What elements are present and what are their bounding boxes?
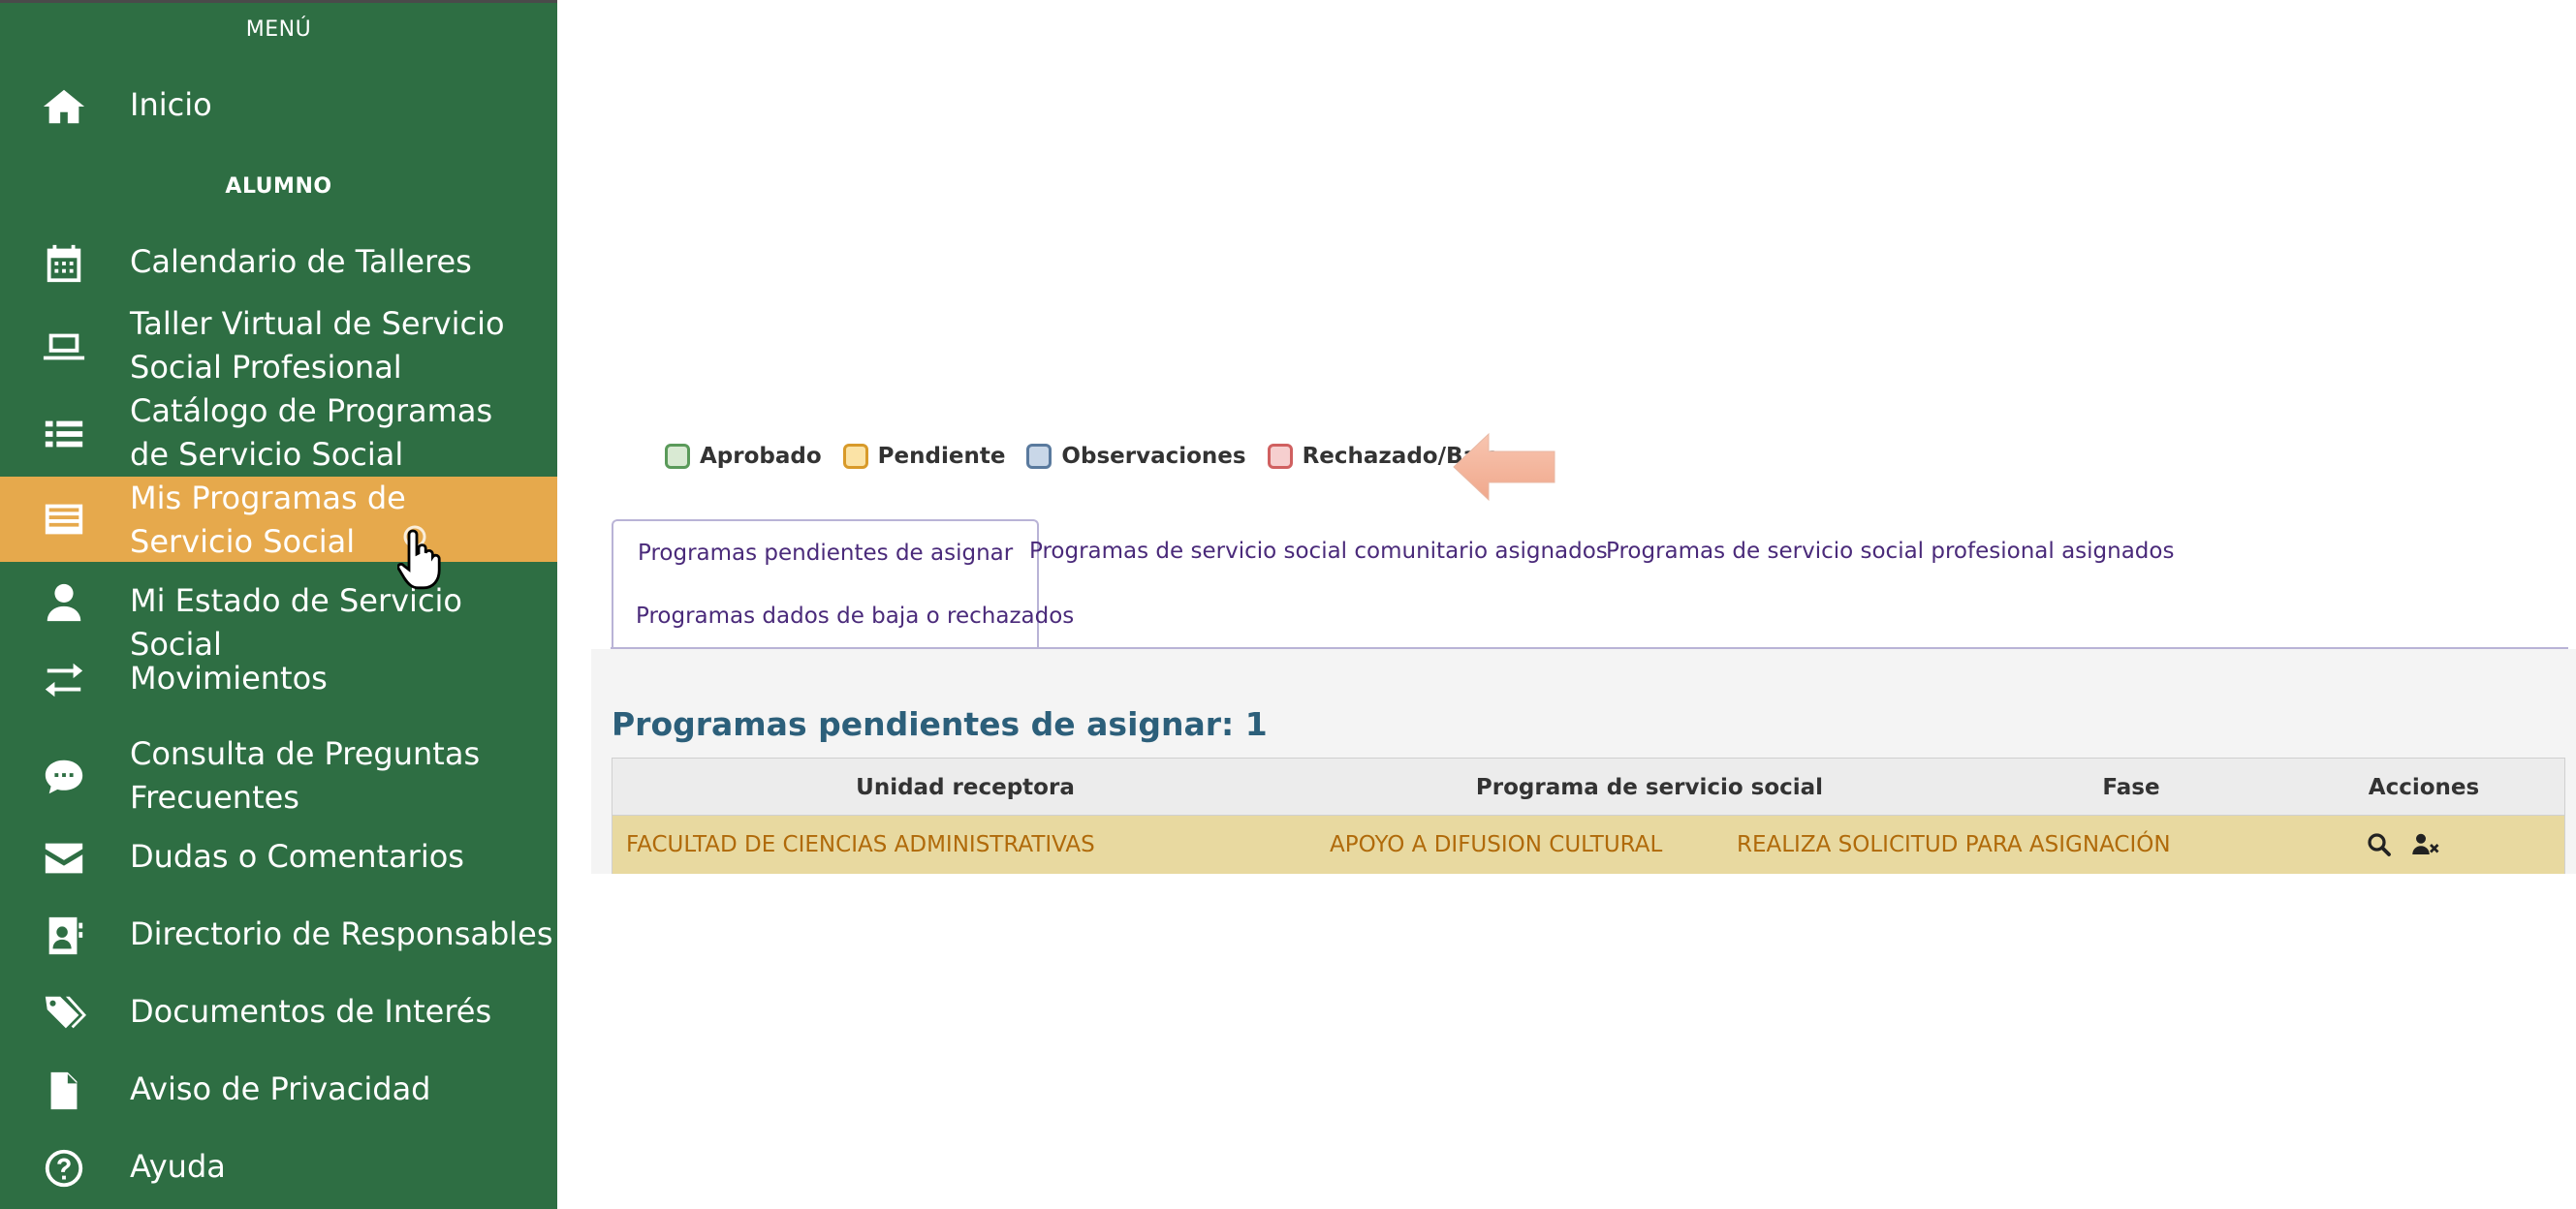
sidebar-item-consulta[interactable]: Consulta de Preguntas Frecuentes: [0, 732, 557, 820]
tab-comunitario[interactable]: Programas de servicio social comunitario…: [1005, 519, 1632, 583]
card-list-icon: [39, 494, 89, 544]
sidebar-item-label: Inicio: [130, 86, 212, 123]
legend-swatch: [1026, 444, 1052, 469]
sidebar-item-mi-estado[interactable]: Mi Estado de Servicio Social: [0, 577, 557, 663]
sidebar-item-directorio[interactable]: Directorio de Responsables: [0, 911, 557, 961]
sidebar-item-label: Calendario de Talleres: [130, 243, 472, 280]
sidebar-item-movimientos[interactable]: Movimientos: [0, 655, 557, 705]
sidebar-item-taller-virtual[interactable]: Taller Virtual de Servicio Social Profes…: [0, 302, 557, 389]
legend-swatch: [1267, 444, 1293, 469]
row-actions: [2365, 816, 2458, 874]
cell-unidad: FACULTAD DE CIENCIAS ADMINISTRATIVAS: [626, 832, 1095, 857]
home-icon: [39, 81, 89, 132]
chat-icon: [39, 752, 89, 802]
panel-title: Programas pendientes de asignar: 1: [612, 705, 1268, 743]
exchange-icon: [39, 655, 89, 705]
sidebar-item-label: Taller Virtual de Servicio Social Profes…: [130, 305, 505, 386]
question-icon: [39, 1143, 89, 1194]
sidebar-item-label: Consulta de Preguntas Frecuentes: [130, 735, 481, 816]
tab-label: Programas pendientes de asignar: [638, 541, 1014, 566]
legend-label: Observaciones: [1061, 444, 1246, 469]
sidebar-item-ayuda[interactable]: Ayuda: [0, 1143, 557, 1194]
legend-label: Aprobado: [700, 444, 822, 469]
cell-programa: APOYO A DIFUSION CULTURAL: [1330, 832, 1663, 857]
legend-swatch: [842, 444, 868, 469]
address-book-icon: [39, 911, 89, 961]
sidebar-item-inicio[interactable]: Inicio: [0, 81, 557, 130]
legend-item-observaciones: Observaciones: [1026, 444, 1246, 469]
tab-label: Programas de servicio social profesional…: [1606, 539, 2175, 564]
sidebar-item-label: Movimientos: [130, 660, 328, 697]
sidebar-item-label: Directorio de Responsables: [130, 915, 553, 952]
list-icon: [39, 409, 89, 459]
sidebar-item-calendario[interactable]: Calendario de Talleres: [0, 238, 557, 289]
search-icon[interactable]: [2365, 830, 2394, 859]
legend-label: Pendiente: [877, 444, 1006, 469]
tab-label: Programas de servicio social comunitario…: [1029, 539, 1608, 564]
column-header-unidad: Unidad receptora: [856, 775, 1075, 800]
calendar-icon: [39, 238, 89, 289]
sidebar-item-label: Mis Programas de Servicio Social: [130, 480, 406, 560]
sidebar-item-label: Catálogo de Programas de Servicio Social: [130, 392, 493, 473]
file-icon: [39, 1066, 89, 1116]
sidebar-item-label: Mi Estado de Servicio Social: [130, 582, 462, 663]
remove-user-icon[interactable]: [2411, 830, 2440, 859]
hand-pointer-icon: [397, 525, 441, 590]
content-clip-area: [591, 874, 2576, 1209]
tags-icon: [39, 988, 89, 1038]
sidebar-item-label: Documentos de Interés: [130, 993, 492, 1030]
sidebar-item-documentos[interactable]: Documentos de Interés: [0, 988, 557, 1038]
column-header-acciones: Acciones: [2368, 775, 2480, 800]
column-header-programa: Programa de servicio social: [1475, 775, 1824, 800]
table-row[interactable]: FACULTAD DE CIENCIAS ADMINISTRATIVAS APO…: [612, 816, 2565, 874]
sidebar-item-dudas[interactable]: Dudas o Comentarios: [0, 833, 557, 884]
laptop-icon: [39, 322, 89, 372]
menu-section-label: MENÚ: [245, 17, 312, 42]
sidebar-item-label: Aviso de Privacidad: [130, 1070, 431, 1107]
sidebar-item-mis-programas[interactable]: Mis Programas de Servicio Social: [0, 477, 557, 562]
user-icon: [39, 577, 89, 628]
alumno-section-label: ALUMNO: [225, 174, 332, 199]
tab-label: Programas dados de baja o rechazados: [636, 604, 1075, 629]
legend-item-pendiente: Pendiente: [842, 444, 1006, 469]
table-header: Unidad receptora Programa de servicio so…: [612, 758, 2565, 816]
arrow-left-icon: [1453, 432, 1555, 502]
legend-item-aprobado: Aprobado: [665, 444, 822, 469]
envelope-icon: [39, 833, 89, 884]
sidebar: MENÚ Inicio ALUMNO Calendario de Tallere…: [0, 0, 557, 1209]
sidebar-item-label: Dudas o Comentarios: [130, 838, 464, 875]
legend-swatch: [665, 444, 690, 469]
tab-baja-rechazados[interactable]: Programas dados de baja o rechazados: [612, 584, 1098, 648]
sidebar-item-catalogo[interactable]: Catálogo de Programas de Servicio Social: [0, 389, 557, 477]
column-header-fase: Fase: [2102, 775, 2160, 800]
tab-profesional[interactable]: Programas de servicio social profesional…: [1582, 519, 2198, 583]
sidebar-top-border: [0, 0, 557, 3]
sidebar-item-label: Ayuda: [130, 1148, 226, 1185]
cell-fase: REALIZA SOLICITUD PARA ASIGNACIÓN: [1737, 832, 2171, 857]
status-legend: Aprobado Pendiente Observaciones Rechaza…: [665, 444, 1522, 469]
sidebar-item-aviso[interactable]: Aviso de Privacidad: [0, 1066, 557, 1116]
